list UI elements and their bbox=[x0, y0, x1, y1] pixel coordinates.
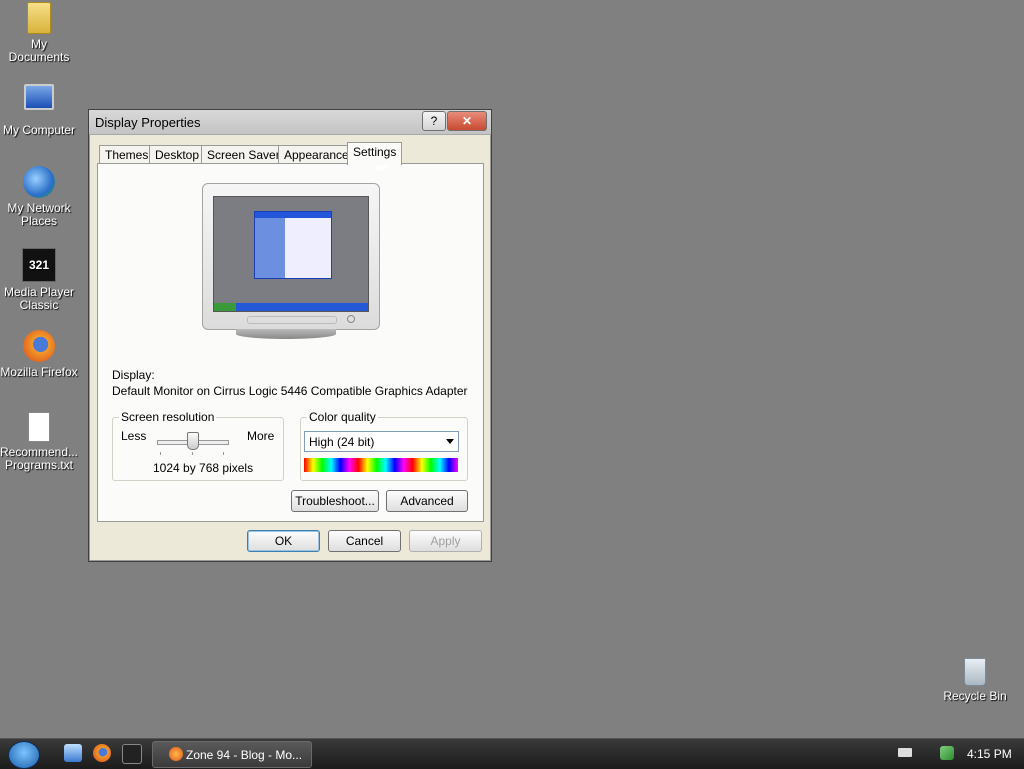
color-quality-select[interactable]: High (24 bit) bbox=[304, 431, 459, 452]
folder-icon bbox=[27, 2, 51, 34]
desktop-icon-label: Recycle Bin bbox=[943, 689, 1007, 703]
show-desktop-icon[interactable] bbox=[64, 744, 82, 762]
help-button[interactable]: ? bbox=[422, 111, 446, 131]
recycle-bin-icon bbox=[964, 658, 986, 686]
preview-window bbox=[254, 211, 332, 279]
start-button[interactable] bbox=[8, 741, 40, 769]
desktop-icon-recommended-programs[interactable]: Recommend... Programs.txt bbox=[0, 412, 79, 472]
tab-appearance[interactable]: Appearance bbox=[278, 145, 355, 164]
advanced-button[interactable]: Advanced bbox=[386, 490, 468, 512]
screen-resolution-group: Screen resolution Less More 1024 by 768 … bbox=[112, 410, 284, 481]
monitor-preview-image bbox=[202, 183, 380, 330]
firefox-icon bbox=[23, 330, 55, 362]
desktop-icon-my-documents[interactable]: My Documents bbox=[0, 2, 79, 64]
resolution-value: 1024 by 768 pixels bbox=[153, 461, 254, 475]
color-quality-value: High (24 bit) bbox=[309, 435, 375, 449]
taskbar-button-label: Zone 94 - Blog - Mo... bbox=[186, 748, 303, 762]
settings-panel: Display: Default Monitor on Cirrus Logic… bbox=[97, 163, 484, 522]
desktop-icon-my-network-places[interactable]: My Network Places bbox=[0, 166, 79, 228]
desktop-icon-label: Mozilla Firefox bbox=[0, 365, 78, 379]
display-properties-window: Display Properties ? ✕ Themes Desktop Sc… bbox=[88, 109, 492, 562]
monitor-stand bbox=[236, 329, 336, 339]
desktop-icon-mozilla-firefox[interactable]: Mozilla Firefox bbox=[0, 330, 79, 379]
window-title: Display Properties bbox=[95, 115, 201, 130]
display-label: Display: bbox=[112, 368, 155, 382]
text-file-icon bbox=[28, 412, 50, 442]
title-bar[interactable]: Display Properties ? ✕ bbox=[89, 110, 491, 135]
desktop-icon-label: My Network Places bbox=[7, 201, 71, 228]
color-quality-group: Color quality High (24 bit) bbox=[300, 410, 468, 481]
apply-button[interactable]: Apply bbox=[409, 530, 482, 552]
media-player-icon: 321 bbox=[22, 248, 56, 282]
display-adapter-text: Default Monitor on Cirrus Logic 5446 Com… bbox=[112, 384, 468, 398]
resolution-slider-thumb[interactable] bbox=[187, 432, 199, 450]
desktop-icon-media-player-classic[interactable]: 321 Media Player Classic bbox=[0, 248, 79, 312]
desktop-icon-label: Recommend... Programs.txt bbox=[0, 445, 79, 472]
desktop-icon-label: My Computer bbox=[2, 123, 76, 137]
desktop-icon-label: My Documents bbox=[8, 37, 70, 64]
desktop-icon-recycle-bin[interactable]: Recycle Bin bbox=[935, 658, 1015, 703]
tab-settings[interactable]: Settings bbox=[347, 142, 403, 165]
network-globe-icon bbox=[23, 166, 55, 198]
cancel-button[interactable]: Cancel bbox=[328, 530, 401, 552]
chevron-down-icon bbox=[446, 439, 454, 444]
desktop-icon-label: Media Player Classic bbox=[3, 285, 75, 312]
tab-desktop[interactable]: Desktop bbox=[149, 145, 206, 164]
desktop-icon-my-computer[interactable]: My Computer bbox=[0, 84, 79, 137]
more-label: More bbox=[247, 429, 275, 443]
network-tray-icon[interactable] bbox=[940, 746, 954, 760]
keyboard-icon[interactable] bbox=[898, 748, 912, 757]
screen-resolution-label: Screen resolution bbox=[119, 410, 217, 424]
color-spectrum-bar bbox=[304, 458, 458, 472]
taskbar-button-firefox[interactable]: Zone 94 - Blog - Mo... bbox=[152, 741, 312, 768]
clock[interactable]: 4:15 PM bbox=[967, 747, 1012, 761]
computer-icon bbox=[24, 84, 54, 110]
monitor-screen bbox=[213, 196, 369, 312]
ok-button[interactable]: OK bbox=[247, 530, 320, 552]
media-player-quicklaunch-icon[interactable] bbox=[122, 744, 142, 764]
color-quality-label: Color quality bbox=[307, 410, 378, 424]
taskbar: Zone 94 - Blog - Mo... 4:15 PM bbox=[0, 738, 1024, 769]
firefox-quicklaunch-icon[interactable] bbox=[93, 744, 111, 762]
firefox-icon bbox=[169, 747, 183, 761]
tab-screen-saver[interactable]: Screen Saver bbox=[201, 145, 286, 164]
troubleshoot-button[interactable]: Troubleshoot... bbox=[291, 490, 379, 512]
tab-themes[interactable]: Themes bbox=[99, 145, 155, 164]
less-label: Less bbox=[121, 429, 147, 443]
close-button[interactable]: ✕ bbox=[447, 111, 487, 131]
